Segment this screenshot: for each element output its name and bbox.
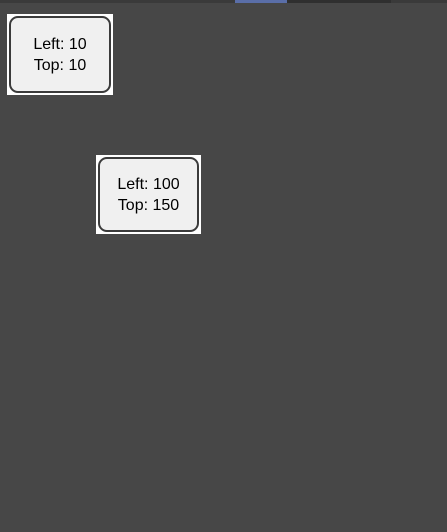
top-toolbar-strip [0,0,447,3]
tab-inactive[interactable] [287,0,391,3]
box-2-content[interactable]: Left: 100 Top: 150 [98,157,199,232]
box-1-top-label: Top: 10 [33,56,87,74]
box-1-content[interactable]: Left: 10 Top: 10 [9,16,111,93]
draggable-box-1[interactable]: Left: 10 Top: 10 [7,14,113,95]
box-2-left-label: Left: 100 [117,175,180,193]
box-1-left-label: Left: 10 [33,35,87,53]
tab-active[interactable] [235,0,287,3]
draggable-box-2[interactable]: Left: 100 Top: 150 [96,155,201,234]
box-2-top-label: Top: 150 [117,196,180,214]
